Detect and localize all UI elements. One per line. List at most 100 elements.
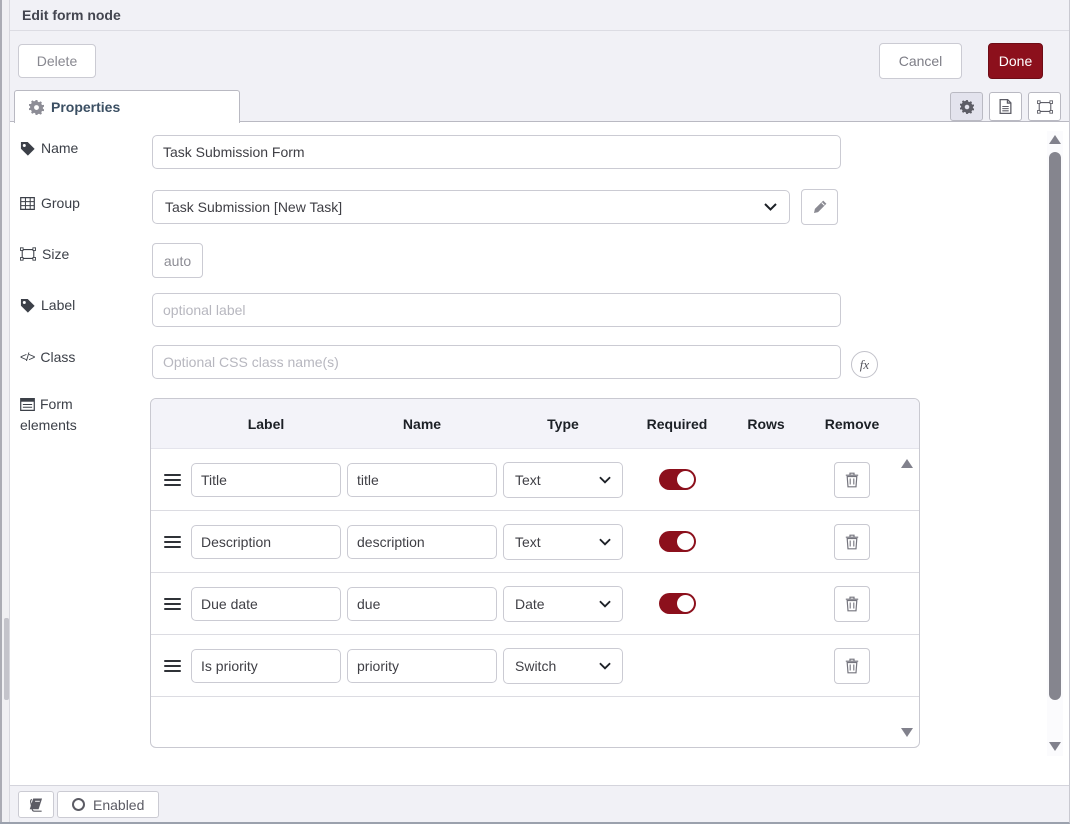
- dialog-scrollbar[interactable]: [1047, 131, 1063, 756]
- drag-handle[interactable]: [164, 536, 181, 548]
- tray-top-block: Edit form node Delete Cancel Done Proper…: [10, 0, 1069, 122]
- element-name-input[interactable]: [347, 463, 497, 497]
- element-name-input[interactable]: [347, 649, 497, 683]
- dialog-title: Edit form node: [22, 7, 121, 23]
- size-button[interactable]: auto: [152, 243, 203, 278]
- circle-icon: [72, 798, 85, 811]
- element-type-value: Text: [515, 472, 541, 488]
- element-type-select[interactable]: Text: [503, 524, 623, 560]
- properties-tool-button[interactable]: [950, 92, 983, 121]
- required-toggle[interactable]: [659, 469, 696, 490]
- element-type-value: Date: [515, 596, 545, 612]
- code-icon: </>: [20, 350, 34, 364]
- required-toggle[interactable]: [659, 593, 696, 614]
- column-header-required: Required: [629, 416, 725, 432]
- form-elements-table: Label Name Type Required Rows Remove Tex…: [150, 398, 920, 748]
- drag-handle[interactable]: [164, 474, 181, 486]
- delete-button[interactable]: Delete: [18, 44, 96, 78]
- element-name-input[interactable]: [347, 525, 497, 559]
- element-label-input[interactable]: [191, 587, 341, 621]
- element-type-select[interactable]: Text: [503, 462, 623, 498]
- appearance-tool-button[interactable]: [1028, 92, 1061, 121]
- tray-footer: Enabled: [10, 785, 1069, 822]
- form-elements-table-header: Label Name Type Required Rows Remove: [151, 399, 919, 449]
- element-type-value: Text: [515, 534, 541, 550]
- remove-element-button[interactable]: [834, 586, 870, 622]
- label-field-label: Label: [20, 297, 75, 313]
- edit-group-button[interactable]: [801, 189, 838, 225]
- scroll-up-icon[interactable]: [901, 459, 913, 468]
- form-element-row: Switch: [151, 635, 919, 697]
- scroll-up-icon[interactable]: [1049, 135, 1061, 144]
- column-header-remove: Remove: [807, 416, 897, 432]
- label-input[interactable]: [152, 293, 841, 327]
- pencil-icon: [813, 200, 827, 214]
- workspace-edge-strip: [0, 0, 10, 822]
- tag-icon: [20, 141, 35, 156]
- form-elements-table-body: Text Text: [151, 449, 919, 747]
- form-element-row: Text: [151, 449, 919, 511]
- drag-handle[interactable]: [164, 598, 181, 610]
- gear-icon: [960, 100, 974, 114]
- element-label-input[interactable]: [191, 525, 341, 559]
- scrollbar-thumb[interactable]: [1049, 152, 1061, 700]
- trash-icon: [845, 658, 859, 674]
- enabled-toggle-button[interactable]: Enabled: [57, 791, 159, 818]
- workspace-scrollbar-thumb[interactable]: [4, 618, 9, 700]
- file-text-icon: [999, 99, 1012, 114]
- tray-header: Edit form node: [10, 0, 1069, 31]
- docs-button[interactable]: [18, 791, 54, 818]
- drag-handle[interactable]: [164, 660, 181, 672]
- tab-properties[interactable]: Properties: [14, 90, 240, 123]
- trash-icon: [845, 534, 859, 550]
- chevron-down-icon: [599, 476, 611, 484]
- required-toggle[interactable]: [659, 531, 696, 552]
- element-label-input[interactable]: [191, 463, 341, 497]
- scroll-down-icon[interactable]: [1049, 742, 1061, 751]
- tab-properties-label: Properties: [51, 99, 120, 115]
- trash-icon: [845, 472, 859, 488]
- name-input[interactable]: [152, 135, 841, 169]
- column-header-label: Label: [191, 416, 341, 432]
- form-elements-field-label: Form elements: [20, 394, 124, 436]
- fx-icon: fx: [860, 357, 869, 373]
- done-button[interactable]: Done: [988, 43, 1043, 79]
- enabled-label: Enabled: [93, 797, 144, 813]
- fx-button[interactable]: fx: [851, 351, 878, 378]
- form-element-row: Text: [151, 511, 919, 573]
- element-name-input[interactable]: [347, 587, 497, 621]
- class-field-label: </> Class: [20, 349, 75, 365]
- size-field-label: Size: [20, 246, 69, 262]
- trash-icon: [845, 596, 859, 612]
- tag-icon: [20, 298, 35, 313]
- table-scrollbar[interactable]: [899, 453, 915, 745]
- group-select[interactable]: Task Submission [New Task]: [152, 190, 790, 224]
- group-select-value: Task Submission [New Task]: [165, 199, 342, 215]
- remove-element-button[interactable]: [834, 462, 870, 498]
- element-type-select[interactable]: Switch: [503, 648, 623, 684]
- chevron-down-icon: [599, 662, 611, 670]
- scroll-down-icon[interactable]: [901, 728, 913, 737]
- column-header-name: Name: [347, 416, 497, 432]
- remove-element-button[interactable]: [834, 524, 870, 560]
- remove-element-button[interactable]: [834, 648, 870, 684]
- group-field-label: Group: [20, 195, 80, 211]
- element-type-select[interactable]: Date: [503, 586, 623, 622]
- name-field-label: Name: [20, 140, 78, 156]
- gear-icon: [29, 100, 44, 115]
- table-icon: [20, 197, 35, 210]
- cancel-button[interactable]: Cancel: [879, 43, 962, 79]
- column-header-type: Type: [503, 416, 623, 432]
- edit-form-node-dialog: Edit form node Delete Cancel Done Proper…: [0, 0, 1070, 824]
- properties-panel: Name Group Task Submission [New Task]: [10, 122, 1069, 785]
- class-input[interactable]: [152, 345, 841, 379]
- object-group-icon: [1037, 100, 1053, 114]
- description-tool-button[interactable]: [989, 92, 1022, 121]
- element-label-input[interactable]: [191, 649, 341, 683]
- form-icon: [20, 398, 35, 411]
- chevron-down-icon: [764, 203, 777, 211]
- column-header-rows: Rows: [731, 416, 801, 432]
- chevron-down-icon: [599, 538, 611, 546]
- chevron-down-icon: [599, 600, 611, 608]
- object-group-icon: [20, 247, 36, 261]
